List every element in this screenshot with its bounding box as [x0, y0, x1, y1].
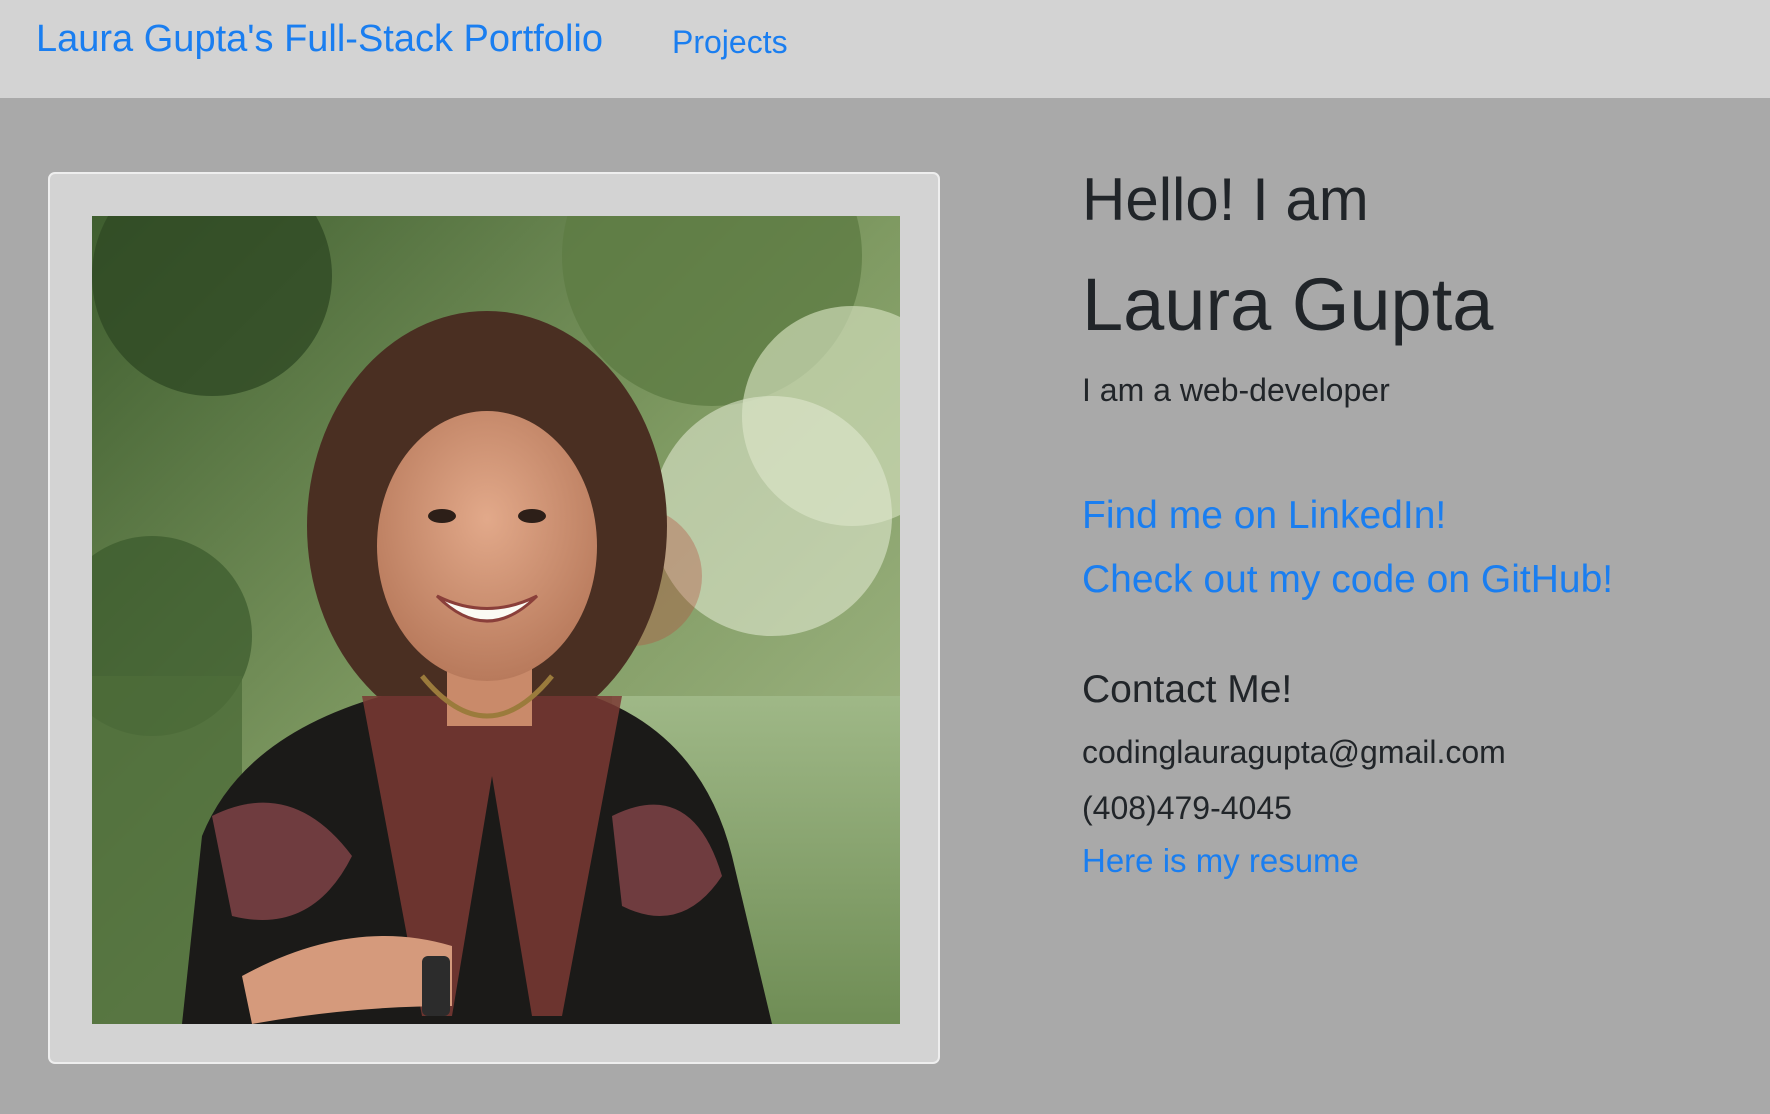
- photo-frame: [48, 172, 940, 1064]
- nav-link-projects[interactable]: Projects: [672, 24, 788, 61]
- top-navbar: Laura Gupta's Full-Stack Portfolio Proje…: [0, 0, 1770, 98]
- email-text: codinglauragupta@gmail.com: [1082, 734, 1506, 770]
- greeting-heading: Hello! I am: [1082, 166, 1369, 233]
- resume-link[interactable]: Here is my resume: [1082, 842, 1359, 880]
- contact-heading: Contact Me!: [1082, 668, 1293, 711]
- linkedin-link[interactable]: Find me on LinkedIn!: [1082, 494, 1446, 538]
- brand-link[interactable]: Laura Gupta's Full-Stack Portfolio: [36, 18, 603, 61]
- tagline-text: I am a web-developer: [1082, 372, 1390, 408]
- github-link[interactable]: Check out my code on GitHub!: [1082, 558, 1613, 602]
- phone-text: (408)479-4045: [1082, 790, 1292, 826]
- name-heading: Laura Gupta: [1082, 263, 1494, 346]
- profile-photo: [92, 216, 900, 1024]
